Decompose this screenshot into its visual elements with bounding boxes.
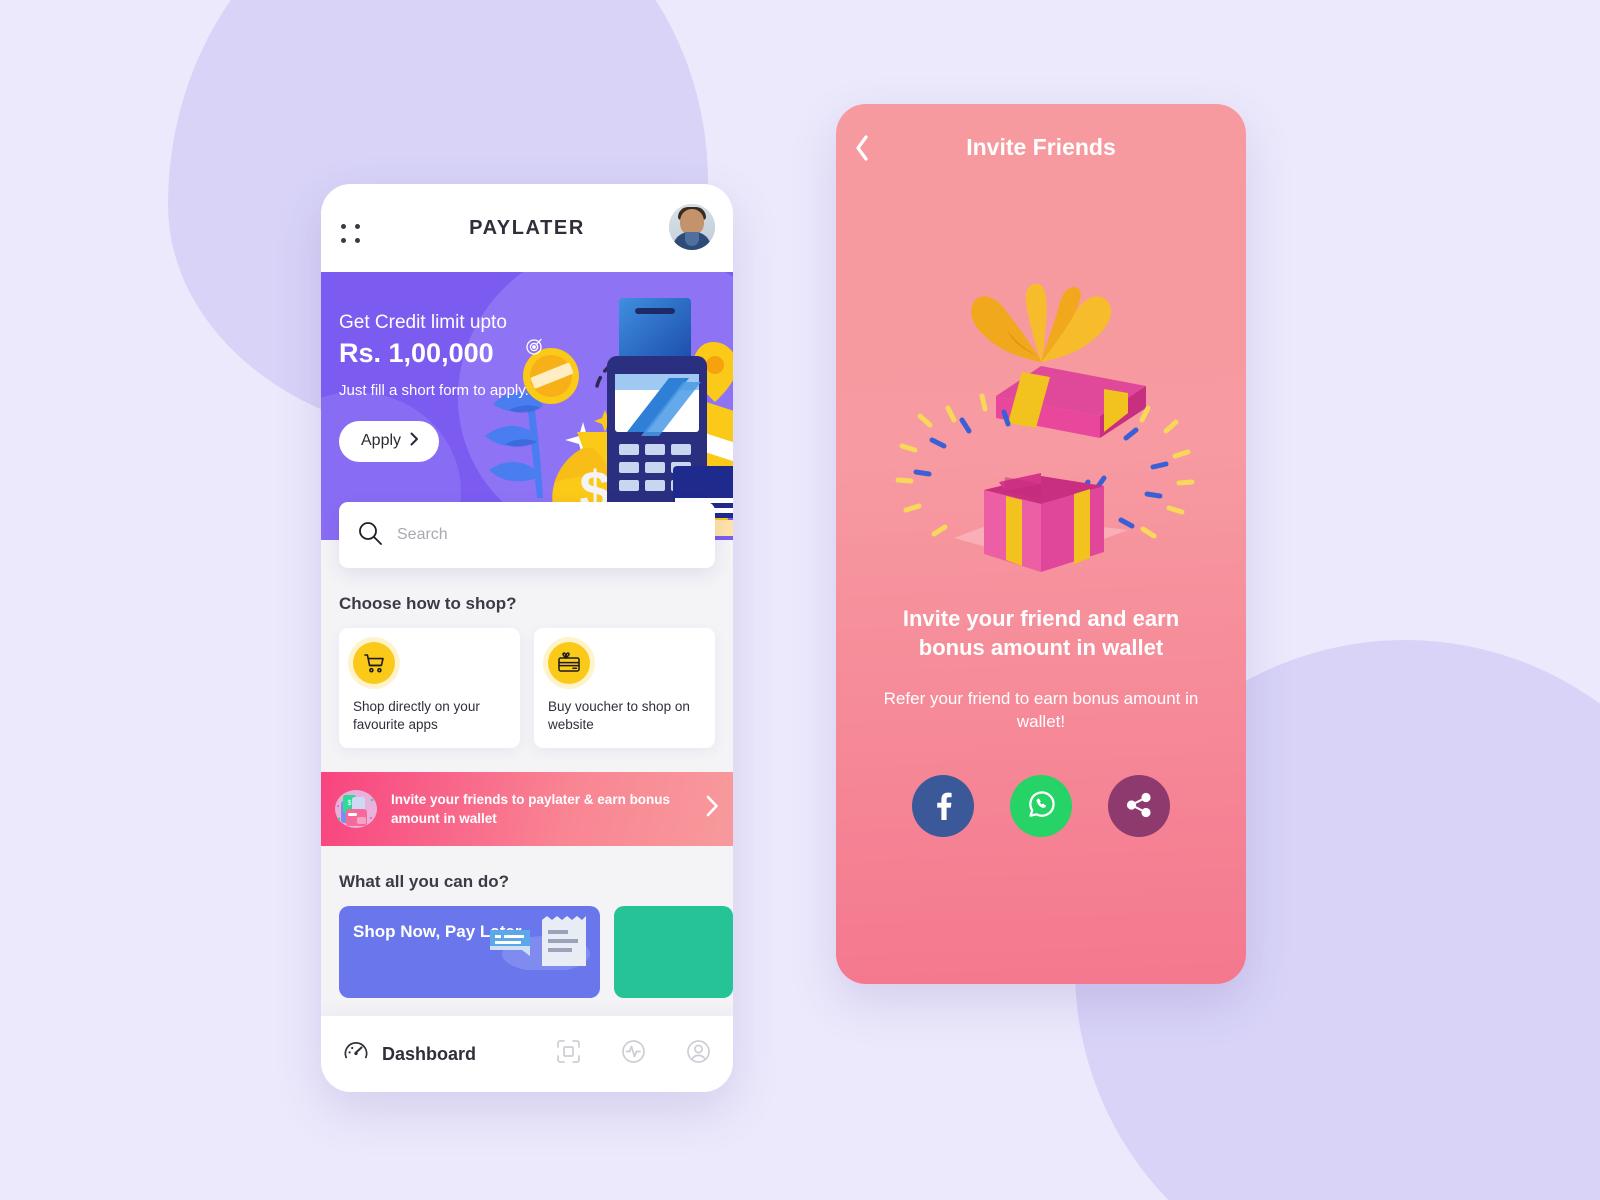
share-icon — [1124, 790, 1154, 823]
user-profile-icon[interactable] — [686, 1039, 711, 1069]
wallet-cards-illustration: $ — [333, 787, 379, 831]
shop-card-voucher-label: Buy voucher to shop on website — [548, 699, 690, 733]
search-icon — [357, 520, 383, 551]
invite-friends-banner[interactable]: $ Invite your friends to paylater & earn… — [321, 772, 733, 847]
facebook-share-button[interactable] — [912, 775, 974, 838]
invite-banner-text: Invite your friends to paylater & earn b… — [391, 792, 671, 827]
grid-dots-icon[interactable] — [341, 224, 363, 246]
dashboard-speedometer-icon — [343, 1039, 369, 1070]
do-card-shop-now-pay-later[interactable]: Shop Now, Pay Later — [339, 906, 600, 999]
gift-card-icon — [548, 642, 590, 684]
bill-receipt-illustration — [489, 916, 590, 971]
target-icon — [524, 336, 544, 361]
hero-text-block: Get Credit limit upto Rs. 1,00,000 Just … — [321, 272, 733, 462]
avatar[interactable] — [669, 204, 715, 250]
apply-button[interactable]: Apply — [339, 420, 440, 462]
chevron-left-icon[interactable] — [854, 134, 870, 167]
invite-friends-screen: Invite Friends Invite your friend and ea… — [836, 104, 1246, 984]
scan-qr-icon[interactable] — [556, 1039, 581, 1069]
nav-secondary-icons — [556, 1039, 711, 1069]
search-bar[interactable] — [339, 502, 715, 568]
chevron-right-icon — [410, 432, 419, 451]
hero-line-3: Just fill a short form to apply. — [339, 382, 529, 399]
hero-amount: Rs. 1,00,000 — [339, 338, 494, 368]
whatsapp-share-button[interactable] — [1010, 775, 1072, 838]
nav-item-dashboard[interactable]: Dashboard — [343, 1039, 476, 1070]
generic-share-button[interactable] — [1108, 775, 1170, 838]
chevron-right-icon — [706, 795, 719, 823]
svg-text:$: $ — [348, 800, 352, 807]
shopping-cart-icon — [353, 642, 395, 684]
shop-cards: Shop directly on your favourite apps Buy… — [339, 628, 715, 749]
invite-header: Invite Friends — [836, 104, 1246, 190]
search-input[interactable] — [397, 526, 697, 544]
shop-section-title: Choose how to shop? — [339, 594, 517, 613]
shop-card-apps[interactable]: Shop directly on your favourite apps — [339, 628, 520, 749]
shop-card-apps-label: Shop directly on your favourite apps — [353, 699, 480, 733]
shop-card-voucher[interactable]: Buy voucher to shop on website — [534, 628, 715, 749]
social-share-buttons — [836, 775, 1246, 838]
screenshot-stage: PAYLATER $ Get Credit limit upto Rs. 1,0… — [0, 0, 1600, 1200]
do-cards: Shop Now, Pay Later — [339, 906, 733, 999]
invite-page-title: Invite Friends — [966, 133, 1116, 160]
search-bar-container — [339, 502, 715, 568]
do-card-secondary[interactable] — [613, 906, 733, 999]
apply-button-label: Apply — [361, 432, 402, 450]
invite-subtext: Refer your friend to earn bonus amount i… — [883, 688, 1199, 731]
facebook-icon — [928, 790, 958, 823]
activity-pulse-icon[interactable] — [621, 1039, 646, 1069]
bottom-navigation: Dashboard — [321, 1016, 733, 1092]
app-header: PAYLATER — [321, 184, 733, 272]
invite-headline: Invite your friend and earn bonus amount… — [902, 606, 1180, 661]
nav-dashboard-label: Dashboard — [382, 1043, 477, 1064]
paylater-home-screen: PAYLATER $ Get Credit limit upto Rs. 1,0… — [321, 184, 733, 1092]
open-gift-box-with-confetti — [836, 190, 1246, 590]
hero-line-1: Get Credit limit upto — [339, 312, 507, 333]
credit-limit-hero: $ Get Credit limit upto Rs. 1,00,000 Jus… — [321, 272, 733, 540]
whatsapp-icon — [1024, 788, 1058, 825]
do-section-title: What all you can do? — [339, 872, 510, 892]
